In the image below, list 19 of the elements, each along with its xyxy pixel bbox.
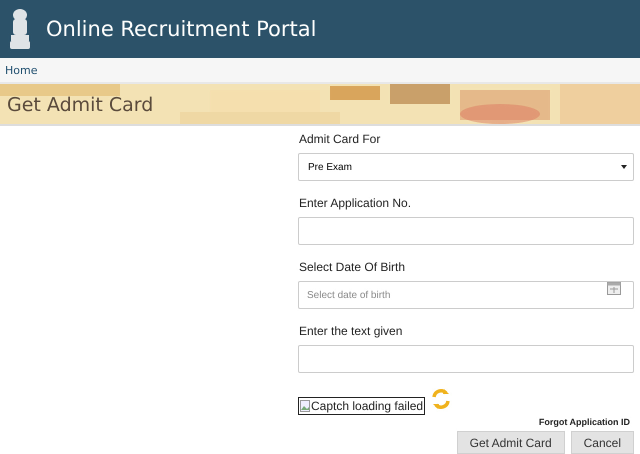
page-title: Get Admit Card	[7, 94, 154, 116]
get-admit-card-button[interactable]: Get Admit Card	[456, 431, 565, 454]
field-label: Enter the text given	[299, 324, 404, 338]
cancel-button[interactable]: Cancel	[570, 431, 634, 454]
portal-title: Online Recruitment Portal	[46, 17, 316, 41]
input-field[interactable]	[298, 345, 634, 373]
date-field[interactable]: Select date of birth	[298, 281, 634, 309]
field-label: Select Date Of Birth	[299, 260, 406, 274]
forgot-link[interactable]: Forgot Application ID	[538, 417, 630, 427]
input-field[interactable]	[298, 217, 634, 245]
dropdown-caret-icon	[621, 165, 627, 169]
home-link[interactable]: Home	[5, 64, 38, 76]
field-label: Admit Card For	[299, 132, 382, 146]
field-label: Enter Application No.	[299, 196, 412, 210]
exam-dropdown[interactable]: Pre Exam	[298, 153, 634, 181]
calendar-icon[interactable]	[607, 282, 621, 295]
emblem-icon	[8, 7, 32, 51]
captcha-image: Captch loading failed	[298, 397, 426, 415]
refresh-icon[interactable]	[431, 388, 452, 410]
